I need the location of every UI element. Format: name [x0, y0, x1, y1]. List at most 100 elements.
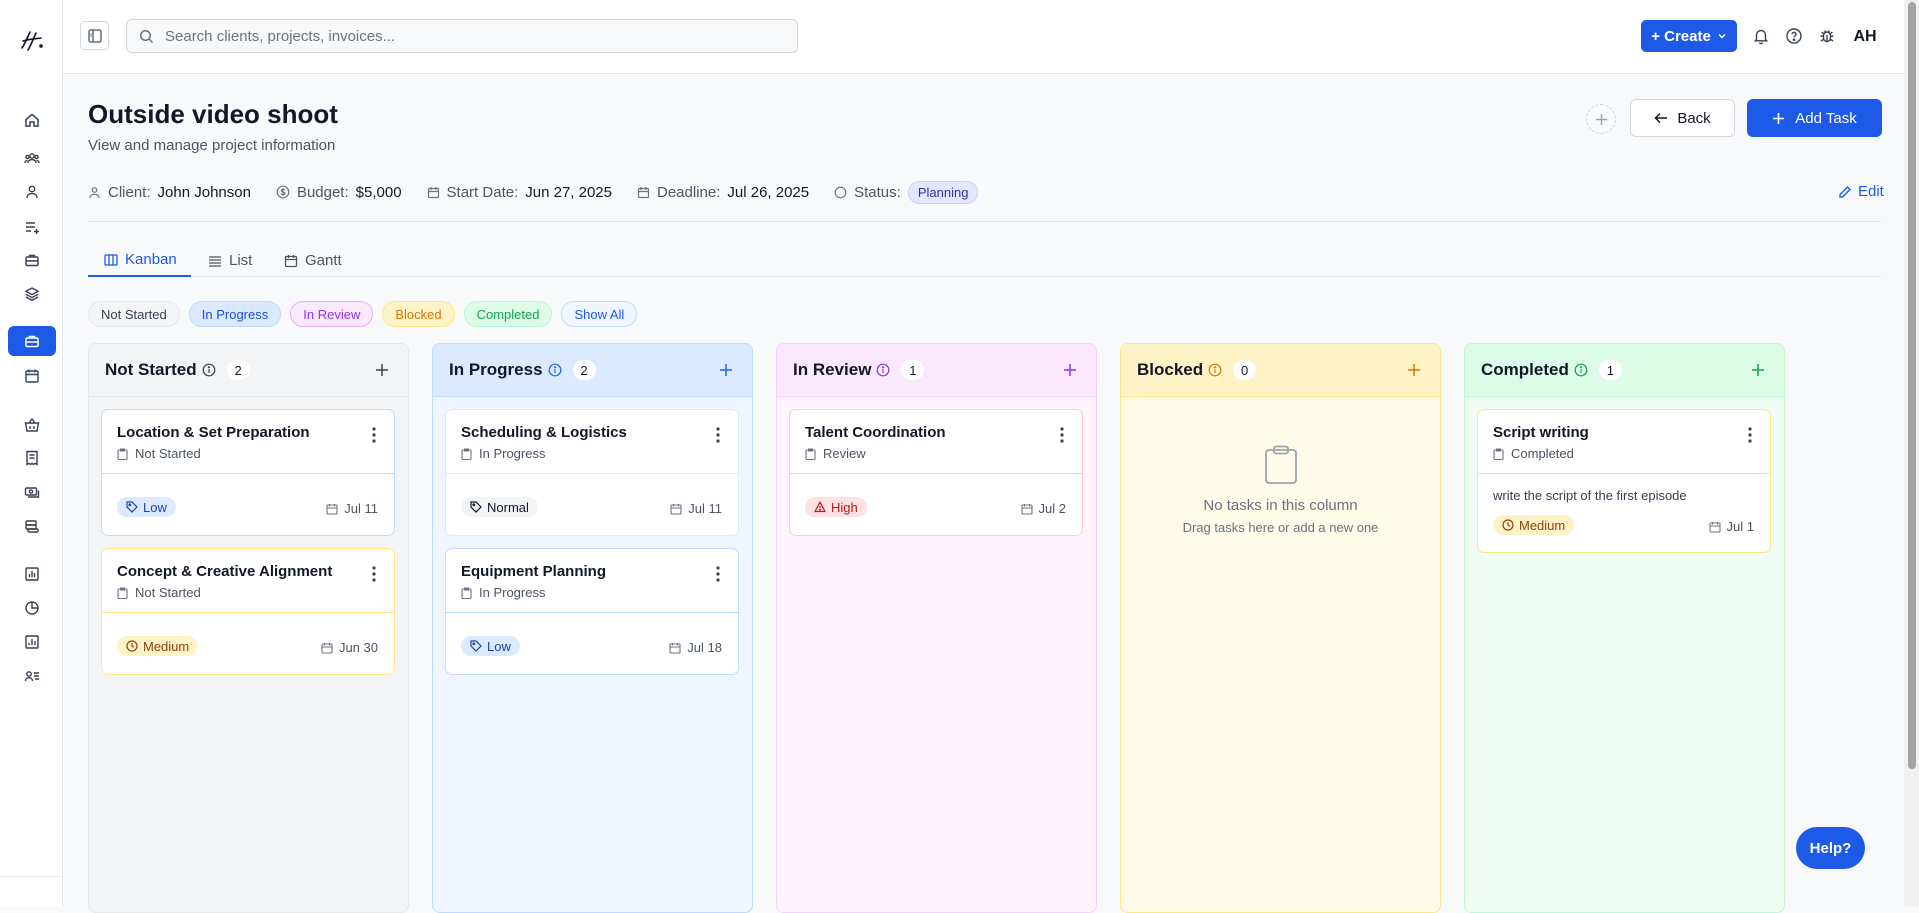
topbar: + Create AH — [63, 0, 1904, 74]
add-task-icon[interactable] — [1062, 362, 1078, 378]
clipboard-icon — [1264, 445, 1297, 484]
sidebar-item-expenses[interactable] — [8, 511, 56, 541]
clipboard-icon — [461, 586, 472, 599]
meta-budget-value: $5,000 — [355, 183, 402, 201]
priority-label: Medium — [143, 638, 190, 654]
tab-list-label: List — [229, 252, 253, 269]
tab-kanban[interactable]: Kanban — [88, 244, 191, 277]
info-icon[interactable] — [1208, 363, 1222, 377]
priority-label: Normal — [487, 499, 529, 515]
priority-label: Low — [487, 638, 511, 654]
filter-in-progress[interactable]: In Progress — [188, 301, 282, 327]
more-vertical-icon[interactable] — [716, 427, 720, 443]
filter-not-started[interactable]: Not Started — [88, 301, 180, 327]
chevron-down-icon — [1718, 33, 1726, 39]
tab-list[interactable]: List — [208, 244, 252, 277]
priority-badge: Normal — [461, 497, 538, 517]
priority-label: High — [831, 499, 858, 515]
filter-in-review[interactable]: In Review — [290, 301, 374, 327]
column-title: In Progress — [449, 360, 543, 379]
arrow-left-icon — [1654, 112, 1668, 124]
plus-icon — [1595, 113, 1607, 125]
sidebar-item-project-board[interactable] — [8, 326, 56, 356]
plus-icon — [1773, 112, 1785, 124]
sidebar-item-shop[interactable] — [8, 410, 56, 440]
more-vertical-icon[interactable] — [1748, 427, 1752, 443]
tab-gantt[interactable]: Gantt — [284, 244, 342, 277]
calendar-icon — [1020, 503, 1033, 515]
bug-icon[interactable] — [1818, 27, 1836, 45]
priority-badge: Low — [117, 497, 176, 517]
kanban-column-in-review: In Review 1 Talent Coordination Review H… — [776, 343, 1097, 913]
bell-icon[interactable] — [1752, 27, 1770, 45]
meta-client: Client: John Johnson — [88, 184, 251, 201]
more-vertical-icon[interactable] — [372, 427, 376, 443]
add-task-icon[interactable] — [1406, 362, 1422, 378]
meta-deadline: Deadline: Jul 26, 2025 — [637, 184, 809, 201]
edit-button[interactable]: Edit — [1838, 183, 1884, 200]
add-member-button[interactable] — [1586, 104, 1616, 134]
briefcase-icon — [25, 254, 39, 267]
calendar-icon — [669, 642, 681, 654]
help-circle-icon[interactable] — [1785, 27, 1803, 45]
more-vertical-icon[interactable] — [716, 566, 720, 582]
sidebar-item-payments[interactable] — [8, 477, 56, 507]
more-vertical-icon[interactable] — [372, 566, 376, 582]
create-button-label: + Create — [1651, 27, 1711, 45]
clipboard-icon — [461, 447, 472, 460]
sidebar-item-analytics[interactable] — [8, 593, 56, 623]
add-task-icon[interactable] — [374, 362, 390, 378]
task-card[interactable]: Scheduling & Logistics In Progress Norma… — [445, 409, 739, 536]
task-card[interactable]: Location & Set Preparation Not Started L… — [101, 409, 395, 536]
info-icon[interactable] — [876, 363, 890, 377]
search-box[interactable] — [126, 19, 798, 53]
sidebar-item-team[interactable] — [8, 661, 56, 691]
filter-blocked[interactable]: Blocked — [382, 301, 455, 327]
meta-client-value: John Johnson — [157, 183, 251, 201]
help-button[interactable]: Help? — [1796, 827, 1865, 869]
sidebar-toggle-button[interactable] — [80, 21, 109, 50]
more-vertical-icon[interactable] — [1060, 427, 1064, 443]
priority-badge: Low — [461, 636, 520, 656]
info-icon[interactable] — [548, 363, 562, 377]
avatar[interactable]: AH — [1851, 23, 1879, 51]
info-icon[interactable] — [1574, 363, 1588, 377]
task-card[interactable]: Concept & Creative Alignment Not Started… — [101, 548, 395, 675]
column-header: Not Started 2 — [89, 344, 408, 397]
task-title: Scheduling & Logistics — [461, 424, 627, 441]
logo-icon[interactable] — [19, 28, 45, 54]
task-card[interactable]: Script writing Completed write the scrip… — [1477, 409, 1771, 553]
sidebar-item-clients[interactable] — [8, 143, 56, 173]
scrollbar-thumb[interactable] — [1908, 2, 1916, 769]
sidebar-item-home[interactable] — [8, 105, 56, 135]
sidebar-item-reports[interactable] — [8, 559, 56, 589]
task-status-label: Not Started — [135, 446, 201, 461]
task-status: Not Started — [117, 446, 201, 461]
back-button[interactable]: Back — [1630, 99, 1735, 137]
sidebar-item-invoices[interactable] — [8, 443, 56, 473]
task-status: Review — [805, 446, 866, 461]
sidebar-item-tasks[interactable] — [8, 212, 56, 242]
task-status-label: In Progress — [479, 446, 546, 461]
page-scrollbar[interactable] — [1904, 0, 1919, 907]
info-icon[interactable] — [202, 363, 216, 377]
filter-show-all[interactable]: Show All — [561, 301, 638, 327]
search-input[interactable] — [165, 27, 765, 45]
task-card[interactable]: Equipment Planning In Progress Low Jul 1… — [445, 548, 739, 675]
task-card[interactable]: Talent Coordination Review High Jul 2 — [789, 409, 1083, 536]
sidebar-item-projects[interactable] — [8, 245, 56, 275]
column-header: Blocked 0 — [1121, 344, 1440, 397]
due-date: Jul 2 — [1020, 501, 1066, 516]
create-button[interactable]: + Create — [1641, 20, 1737, 52]
add-task-button[interactable]: Add Task — [1747, 99, 1882, 137]
add-task-icon[interactable] — [1750, 362, 1766, 378]
sidebar-item-contacts[interactable] — [8, 177, 56, 207]
clipboard-icon — [1493, 447, 1504, 460]
calendar-icon — [1708, 521, 1721, 533]
sidebar-item-statistics[interactable] — [8, 627, 56, 657]
filter-completed[interactable]: Completed — [463, 301, 553, 327]
sidebar-item-calendar[interactable] — [8, 361, 56, 391]
add-task-icon[interactable] — [718, 362, 734, 378]
sidebar-item-layers[interactable] — [8, 279, 56, 309]
meta-deadline-value: Jul 26, 2025 — [727, 183, 810, 201]
